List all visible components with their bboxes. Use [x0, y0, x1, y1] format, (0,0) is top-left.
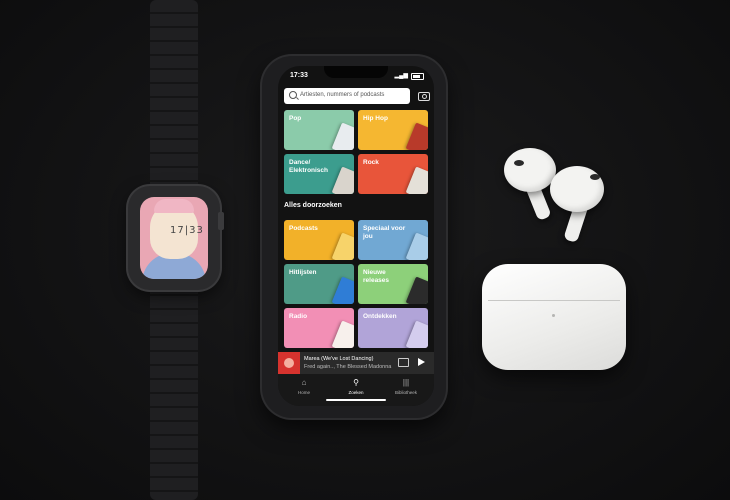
- phone-notch: [324, 66, 388, 78]
- airpods-case: [482, 264, 626, 370]
- tile-label: Radio: [289, 313, 308, 320]
- search-input[interactable]: Artiesten, nummers of podcasts: [284, 88, 410, 104]
- tile-artwork: [405, 276, 428, 304]
- browse-tile-podcasts[interactable]: Podcasts: [284, 220, 354, 260]
- search-icon: ⚲: [353, 378, 359, 387]
- airpods-case-seam: [488, 300, 620, 301]
- browse-tile-made-for-you[interactable]: Speciaal voor jou: [358, 220, 428, 260]
- tab-home[interactable]: ⌂ Home: [284, 378, 324, 395]
- home-indicator: [326, 399, 386, 401]
- tab-label: Zoeken: [348, 390, 364, 395]
- tab-bar: ⌂ Home ⚲ Zoeken ||| Bibliotheek: [278, 374, 434, 406]
- watch-strap-bottom: [150, 282, 198, 500]
- tab-label: Home: [297, 390, 310, 395]
- airpod-right: [550, 166, 604, 212]
- genre-tile-dance[interactable]: Dance/ Elektronisch: [284, 154, 354, 194]
- airpod-right-mesh: [590, 174, 600, 180]
- camera-icon[interactable]: [418, 92, 430, 101]
- tile-label: Speciaal voor jou: [363, 225, 406, 240]
- tile-artwork: [405, 232, 428, 260]
- watch-face-hair: [154, 199, 194, 213]
- tile-label: Nieuwe releases: [363, 269, 390, 284]
- browse-tile-radio[interactable]: Radio: [284, 308, 354, 348]
- tile-artwork: [331, 320, 354, 348]
- tile-artwork: [331, 232, 354, 260]
- now-playing-title: Marea (We've Lost Dancing): [304, 356, 374, 362]
- battery-icon: [411, 73, 424, 80]
- watch-strap-top: [150, 0, 198, 196]
- airpod-left: [504, 148, 556, 192]
- mini-player[interactable]: Marea (We've Lost Dancing) Fred again..,…: [278, 352, 434, 374]
- tile-label: Hitlijsten: [289, 269, 317, 276]
- tile-label: Podcasts: [289, 225, 318, 232]
- tab-label: Bibliotheek: [394, 390, 417, 395]
- tile-artwork: [405, 122, 428, 150]
- signal-icon: ▂▄▆: [394, 73, 408, 79]
- tile-label: Ontdekken: [363, 313, 397, 320]
- devices-icon[interactable]: [398, 358, 409, 367]
- tab-library[interactable]: ||| Bibliotheek: [386, 378, 426, 395]
- search-placeholder: Artiesten, nummers of podcasts: [300, 92, 385, 98]
- now-playing-artwork: [278, 352, 300, 374]
- search-icon: [289, 91, 297, 99]
- genre-tile-rock[interactable]: Rock: [358, 154, 428, 194]
- section-heading: Alles doorzoeken: [284, 202, 342, 209]
- status-time: 17:33: [290, 72, 308, 79]
- library-icon: |||: [402, 378, 410, 387]
- tile-label: Dance/ Elektronisch: [289, 159, 329, 174]
- tile-artwork: [331, 122, 354, 150]
- tile-label: Rock: [363, 159, 379, 166]
- watch-time: 17|33: [170, 225, 204, 236]
- browse-tile-new-releases[interactable]: Nieuwe releases: [358, 264, 428, 304]
- home-icon: ⌂: [301, 378, 307, 387]
- watch-crown: [218, 212, 224, 230]
- tile-artwork: [331, 166, 354, 194]
- genre-tile-hip-hop[interactable]: Hip Hop: [358, 110, 428, 150]
- airpod-left-mesh: [514, 160, 524, 166]
- browse-tile-discover[interactable]: Ontdekken: [358, 308, 428, 348]
- now-playing-artist: Fred again.., The Blessed Madonna: [304, 364, 392, 370]
- tab-search[interactable]: ⚲ Zoeken: [336, 378, 376, 395]
- tile-artwork: [405, 320, 428, 348]
- tile-artwork: [331, 276, 354, 304]
- tile-label: Pop: [289, 115, 302, 122]
- browse-tile-charts[interactable]: Hitlijsten: [284, 264, 354, 304]
- genre-tile-pop[interactable]: Pop: [284, 110, 354, 150]
- play-icon[interactable]: [418, 358, 425, 366]
- phone-screen: 17:33 ▂▄▆ Artiesten, nummers of podcasts…: [278, 66, 434, 406]
- tile-label: Hip Hop: [363, 115, 388, 122]
- watch-screen: 17|33: [140, 197, 208, 279]
- airpods-case-led: [552, 314, 555, 317]
- tile-artwork: [405, 166, 428, 194]
